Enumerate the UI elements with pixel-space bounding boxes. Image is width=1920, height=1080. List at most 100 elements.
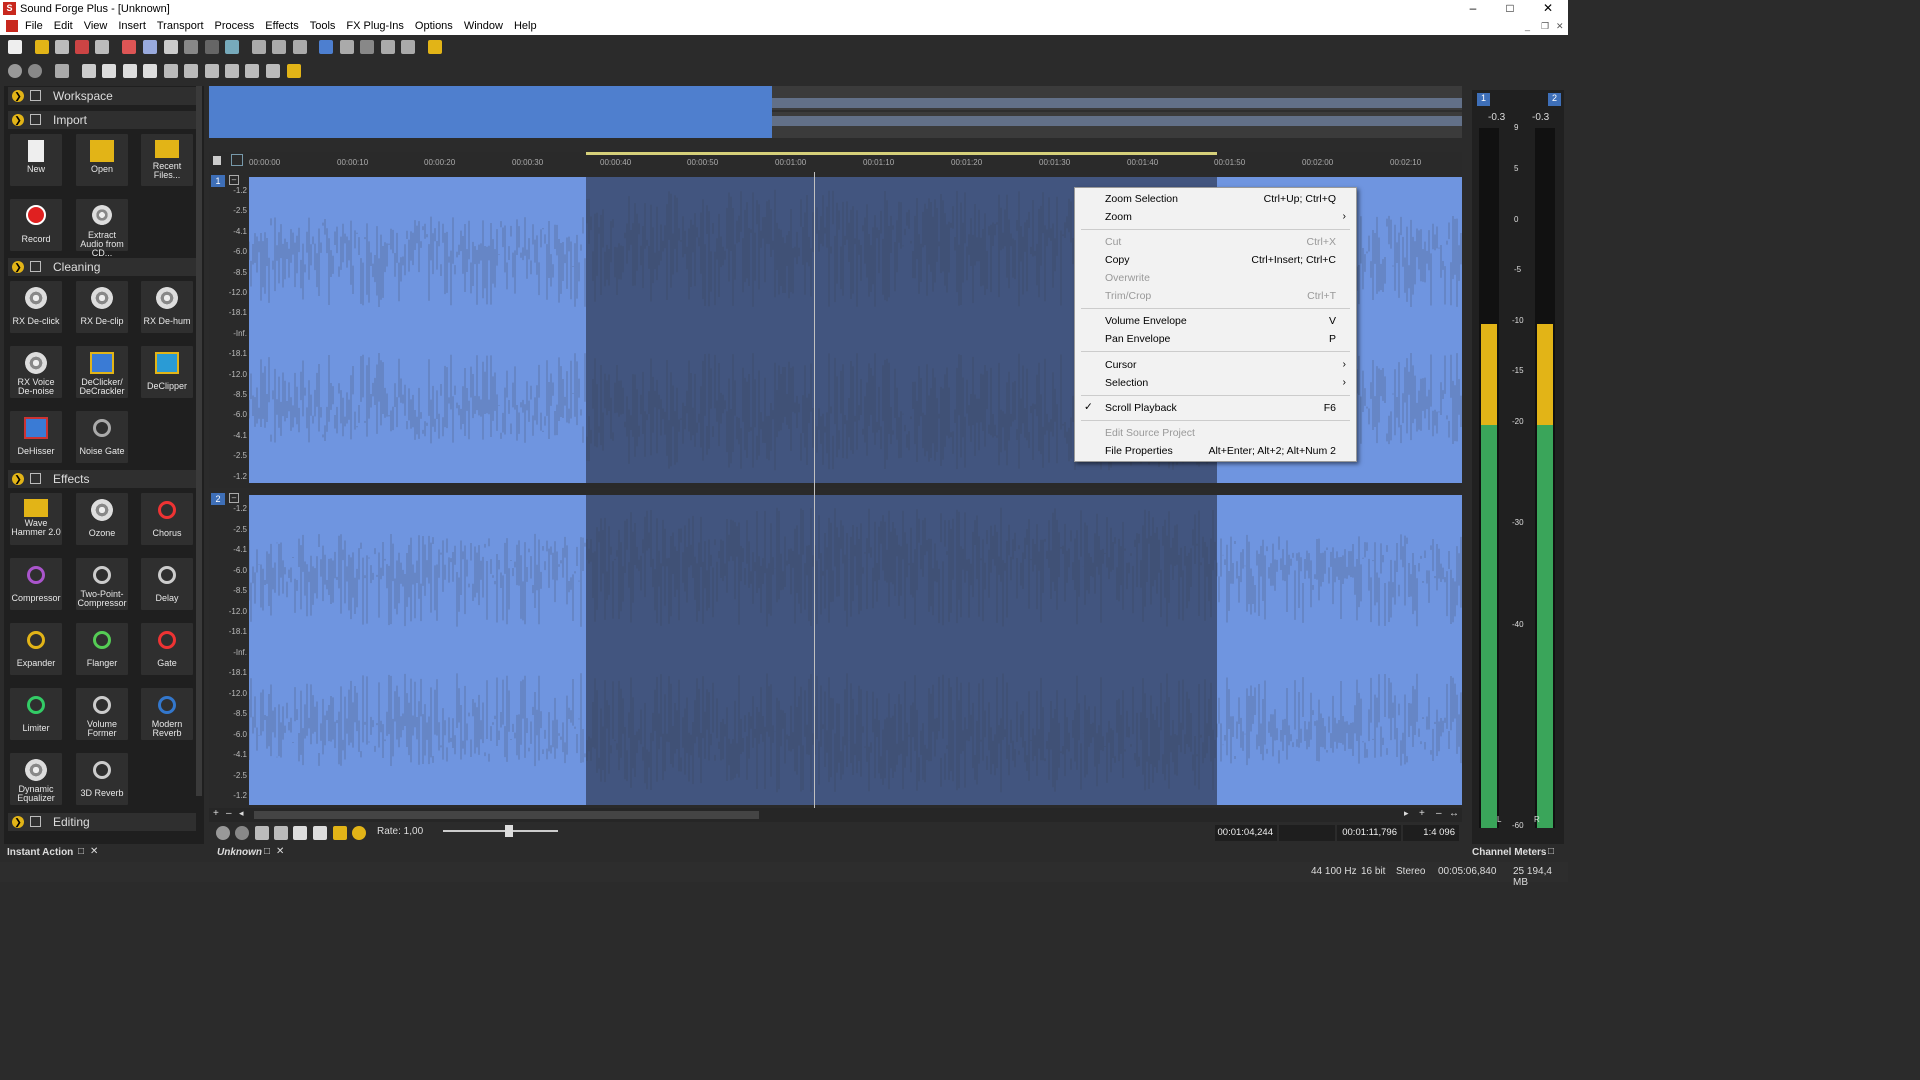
minimize-channel-icon[interactable]: – <box>229 175 239 185</box>
minimize-channel-icon[interactable]: – <box>229 493 239 503</box>
tile-open[interactable]: Open <box>76 134 128 186</box>
edit-tool-icon[interactable] <box>319 40 333 54</box>
zoom-out-time-icon[interactable]: – <box>1436 808 1442 819</box>
zoom-in-time-icon[interactable]: + <box>1419 808 1425 819</box>
selection-start-time[interactable]: 00:01:04,244 <box>1215 825 1277 841</box>
copy-icon[interactable] <box>143 40 157 54</box>
menu-item-pan-envelope[interactable]: Pan Envelope P <box>1075 330 1356 348</box>
menu-file[interactable]: File <box>25 20 43 32</box>
record-icon[interactable] <box>216 826 230 840</box>
help-icon[interactable] <box>428 40 442 54</box>
event-tool-icon[interactable] <box>381 40 395 54</box>
channel-2[interactable]: 2 – -1.2 -2.5 -4.1 -6.0 -8.5 -12.0 -18.1 -Inf. -… <box>209 490 1462 808</box>
close-panel-icon[interactable]: ✕ <box>90 846 98 857</box>
paste-icon[interactable] <box>164 40 178 54</box>
pencil-tool-icon[interactable] <box>360 40 374 54</box>
save-all-icon[interactable] <box>95 40 109 54</box>
save-as-icon[interactable] <box>75 40 89 54</box>
forward-fast-icon[interactable] <box>245 64 259 78</box>
record-icon[interactable] <box>8 64 22 78</box>
magnify-tool-icon[interactable] <box>340 40 354 54</box>
zoom-in-icon[interactable]: + <box>213 808 219 819</box>
repeat-icon[interactable] <box>293 40 307 54</box>
app-menu-icon[interactable] <box>6 20 18 32</box>
tile-modern-reverb[interactable]: Modern Reverb <box>141 688 193 740</box>
tab-instant-action[interactable]: Instant Action <box>7 847 73 858</box>
tile-declipper[interactable]: DeClipper <box>141 346 193 398</box>
snap-icon[interactable] <box>401 40 415 54</box>
ruler-selection-bar[interactable] <box>586 152 1217 155</box>
panel-scrollbar[interactable] <box>196 86 202 796</box>
mic-icon[interactable] <box>235 826 249 840</box>
mdi-restore-button[interactable]: ❐ <box>1541 21 1549 32</box>
menu-item-scroll-playback[interactable]: ✓ Scroll Playback F6 <box>1075 399 1356 417</box>
status-sample-rate[interactable]: 44 100 Hz <box>1311 866 1357 877</box>
float-doc-icon[interactable]: □ <box>264 846 270 857</box>
minimize-button[interactable]: – <box>1455 1 1491 15</box>
rate-icon[interactable] <box>352 826 366 840</box>
tab-document[interactable]: Unknown <box>217 847 262 858</box>
menu-insert[interactable]: Insert <box>118 20 146 32</box>
menu-item-selection[interactable]: Selection › <box>1075 374 1356 392</box>
close-doc-icon[interactable]: ✕ <box>276 846 284 857</box>
tile-rx-dehum[interactable]: RX De-hum <box>141 281 193 333</box>
scrub-icon[interactable] <box>333 826 347 840</box>
maximize-button[interactable]: □ <box>1492 1 1528 15</box>
menu-item-zoom-selection[interactable]: Zoom Selection Ctrl+Up; Ctrl+Q <box>1075 190 1356 208</box>
menu-item-volume-envelope[interactable]: Volume Envelope V <box>1075 312 1356 330</box>
menu-window[interactable]: Window <box>464 20 503 32</box>
time-ruler[interactable]: 00:00:00 00:00:10 00:00:20 00:00:30 00:0… <box>209 152 1462 172</box>
tile-delay[interactable]: Delay <box>141 558 193 610</box>
tile-recent[interactable]: Recent Files... <box>141 134 193 186</box>
rewind-fast-icon[interactable] <box>205 64 219 78</box>
tile-declicker[interactable]: DeClicker/ DeCrackler <box>76 346 128 398</box>
menu-effects[interactable]: Effects <box>265 20 298 32</box>
meter-channel-1[interactable]: 1 <box>1477 93 1490 106</box>
tab-channel-meters[interactable]: Channel Meters <box>1472 847 1546 858</box>
loop-icon[interactable] <box>55 64 69 78</box>
menu-options[interactable]: Options <box>415 20 453 32</box>
section-cleaning[interactable]: ❯ Cleaning <box>8 258 196 276</box>
zoom-ratio[interactable]: 1:4 096 <box>1403 825 1459 841</box>
snap-toggle-icon[interactable] <box>231 154 243 166</box>
tile-3d-reverb[interactable]: 3D Reverb <box>76 753 128 805</box>
mic-icon[interactable] <box>28 64 42 78</box>
status-channels[interactable]: Stereo <box>1396 866 1425 877</box>
selection-length-box[interactable] <box>1279 825 1335 841</box>
stop-icon[interactable] <box>143 64 157 78</box>
section-import[interactable]: ❯ Import <box>8 111 196 129</box>
undo-icon[interactable] <box>252 40 266 54</box>
chevron-down-icon[interactable]: ❯ <box>12 816 24 828</box>
menu-fx-plugins[interactable]: FX Plug-Ins <box>346 20 403 32</box>
delete-icon[interactable] <box>205 40 219 54</box>
play-all-icon[interactable] <box>82 64 96 78</box>
tile-ozone[interactable]: Ozone <box>76 493 128 545</box>
zoom-fit-icon[interactable]: ↔ <box>1449 808 1459 819</box>
chevron-down-icon[interactable]: ❯ <box>12 90 24 102</box>
overview-selection[interactable] <box>209 86 772 138</box>
playback-cursor[interactable] <box>814 172 815 808</box>
go-start-icon[interactable] <box>164 64 178 78</box>
redo-icon[interactable] <box>272 40 286 54</box>
tile-limiter[interactable]: Limiter <box>10 688 62 740</box>
mdi-minimize-button[interactable]: _ <box>1525 21 1530 31</box>
tile-dehisser[interactable]: DeHisser <box>10 411 62 463</box>
play-icon[interactable] <box>313 826 327 840</box>
section-workspace[interactable]: ❯ Workspace <box>8 87 196 105</box>
tile-rx-voice-denoise[interactable]: RX Voice De-noise <box>10 346 62 398</box>
save-icon[interactable] <box>55 40 69 54</box>
go-end-icon[interactable] <box>266 64 280 78</box>
tile-gate[interactable]: Gate <box>141 623 193 675</box>
zoom-out-icon[interactable]: – <box>226 808 232 819</box>
waveform-view[interactable] <box>249 495 1462 805</box>
scroll-thumb[interactable] <box>254 811 759 819</box>
scroll-right-icon[interactable]: ▸ <box>1404 808 1409 819</box>
tile-dynamic-equalizer[interactable]: Dynamic Equalizer <box>10 753 62 805</box>
status-bit-depth[interactable]: 16 bit <box>1361 866 1385 877</box>
close-button[interactable]: ✕ <box>1530 1 1566 15</box>
menu-transport[interactable]: Transport <box>157 20 204 32</box>
metronome-icon[interactable] <box>287 64 301 78</box>
tile-compressor[interactable]: Compressor <box>10 558 62 610</box>
cut-icon[interactable] <box>122 40 136 54</box>
float-panel-icon[interactable]: □ <box>78 846 84 857</box>
